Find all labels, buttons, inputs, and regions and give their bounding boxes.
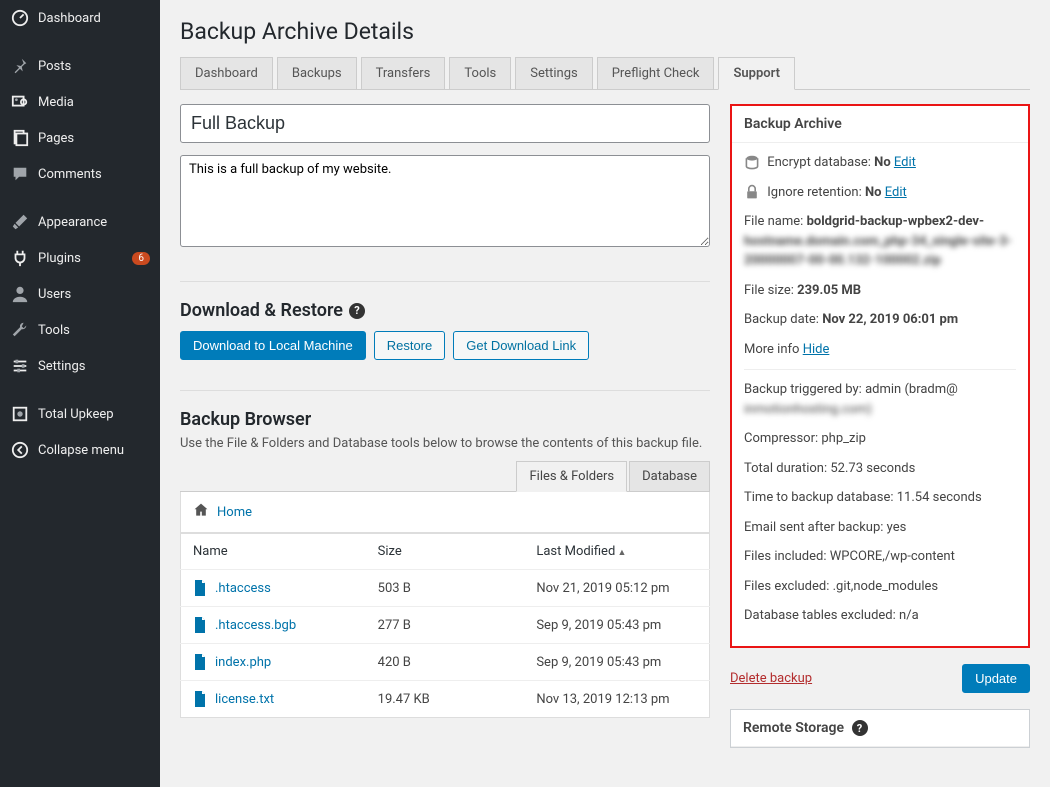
sidebar-item-dashboard[interactable]: Dashboard bbox=[0, 0, 160, 36]
sidebar-item-label: Settings bbox=[38, 359, 150, 374]
file-icon bbox=[193, 617, 207, 633]
lock-icon bbox=[744, 184, 760, 200]
sliders-icon bbox=[10, 356, 30, 376]
dashboard-icon bbox=[10, 8, 30, 28]
file-link[interactable]: .htaccess bbox=[215, 581, 271, 596]
tab-preflight-check[interactable]: Preflight Check bbox=[597, 57, 715, 89]
file-icon bbox=[193, 654, 207, 670]
sidebar-item-tools[interactable]: Tools bbox=[0, 312, 160, 348]
table-row: index.php420 BSep 9, 2019 05:43 pm bbox=[181, 644, 710, 681]
brush-icon bbox=[10, 212, 30, 232]
sidebar-item-posts[interactable]: Posts bbox=[0, 48, 160, 84]
tab-settings[interactable]: Settings bbox=[515, 57, 592, 89]
sidebar-item-label: Users bbox=[38, 287, 150, 302]
breadcrumb-home[interactable]: Home bbox=[217, 505, 252, 520]
file-table: Name Size Last Modified .htaccess503 BNo… bbox=[180, 533, 710, 718]
edit-retention-link[interactable]: Edit bbox=[885, 185, 907, 200]
tab-support[interactable]: Support bbox=[718, 57, 795, 90]
wrench-icon bbox=[10, 320, 30, 340]
col-size[interactable]: Size bbox=[366, 534, 525, 570]
page-title: Backup Archive Details bbox=[180, 18, 1030, 45]
hide-link[interactable]: Hide bbox=[803, 342, 830, 357]
help-icon[interactable]: ? bbox=[852, 720, 868, 736]
sidebar-item-label: Posts bbox=[38, 59, 150, 74]
pin-icon bbox=[10, 56, 30, 76]
sidebar-item-settings[interactable]: Settings bbox=[0, 348, 160, 384]
delete-backup-link[interactable]: Delete backup bbox=[730, 671, 812, 686]
plug-icon bbox=[10, 248, 30, 268]
file-icon bbox=[193, 691, 207, 707]
sidebar-item-pages[interactable]: Pages bbox=[0, 120, 160, 156]
sidebar-item-label: Appearance bbox=[38, 215, 150, 230]
restore-button[interactable]: Restore bbox=[374, 331, 446, 360]
breadcrumb: Home bbox=[180, 492, 710, 533]
main-content: Backup Archive Details DashboardBackupsT… bbox=[160, 0, 1050, 787]
pages-icon bbox=[10, 128, 30, 148]
backup-browser-description: Use the File & Folders and Database tool… bbox=[180, 436, 710, 451]
file-link[interactable]: license.txt bbox=[215, 692, 274, 707]
update-badge: 6 bbox=[132, 252, 150, 265]
download-restore-heading: Download & Restore ? bbox=[180, 300, 710, 321]
sidebar-item-label: Collapse menu bbox=[38, 443, 150, 458]
sidebar-item-comments[interactable]: Comments bbox=[0, 156, 160, 192]
backup-browser-heading: Backup Browser bbox=[180, 409, 710, 430]
tab-backups[interactable]: Backups bbox=[277, 57, 357, 89]
table-row: .htaccess.bgb277 BSep 9, 2019 05:43 pm bbox=[181, 607, 710, 644]
sidebar-item-collapse[interactable]: Collapse menu bbox=[0, 432, 160, 468]
table-row: .htaccess503 BNov 21, 2019 05:12 pm bbox=[181, 570, 710, 607]
update-button[interactable]: Update bbox=[962, 664, 1030, 693]
sidebar-item-users[interactable]: Users bbox=[0, 276, 160, 312]
comment-icon bbox=[10, 164, 30, 184]
sidebar-item-media[interactable]: Media bbox=[0, 84, 160, 120]
backup-title-input[interactable] bbox=[180, 104, 710, 143]
media-icon bbox=[10, 92, 30, 112]
backup-archive-panel: Backup Archive Encrypt database: No Edit… bbox=[730, 104, 1030, 648]
help-icon[interactable]: ? bbox=[349, 303, 365, 319]
page-tabs: DashboardBackupsTransfersToolsSettingsPr… bbox=[180, 57, 1030, 90]
col-name[interactable]: Name bbox=[181, 534, 366, 570]
col-modified[interactable]: Last Modified bbox=[524, 534, 709, 570]
tab-transfers[interactable]: Transfers bbox=[361, 57, 446, 89]
remote-storage-panel: Remote Storage ? bbox=[730, 709, 1030, 749]
panel-title: Backup Archive bbox=[732, 106, 1028, 143]
sidebar-item-label: Tools bbox=[38, 323, 150, 338]
sidebar-item-label: Plugins bbox=[38, 251, 128, 266]
sidebar-item-label: Dashboard bbox=[38, 11, 150, 26]
get-download-link-button[interactable]: Get Download Link bbox=[453, 331, 589, 360]
shield-icon bbox=[10, 404, 30, 424]
edit-encrypt-link[interactable]: Edit bbox=[894, 155, 916, 170]
home-icon bbox=[193, 502, 209, 522]
table-row: license.txt19.47 KBNov 13, 2019 12:13 pm bbox=[181, 681, 710, 718]
browser-tab-database[interactable]: Database bbox=[629, 461, 710, 491]
file-link[interactable]: index.php bbox=[215, 655, 271, 670]
sidebar-item-label: Pages bbox=[38, 131, 150, 146]
database-icon bbox=[744, 155, 760, 171]
file-link[interactable]: .htaccess.bgb bbox=[215, 618, 296, 633]
sidebar-item-label: Comments bbox=[38, 167, 150, 182]
sidebar-item-totalupkeep[interactable]: Total Upkeep bbox=[0, 396, 160, 432]
browser-tab-files-folders[interactable]: Files & Folders bbox=[516, 461, 627, 492]
file-icon bbox=[193, 580, 207, 596]
sidebar-item-label: Media bbox=[38, 95, 150, 110]
collapse-icon bbox=[10, 440, 30, 460]
backup-description-textarea[interactable] bbox=[180, 155, 710, 247]
sidebar-item-label: Total Upkeep bbox=[38, 407, 150, 422]
sidebar-item-appearance[interactable]: Appearance bbox=[0, 204, 160, 240]
download-local-button[interactable]: Download to Local Machine bbox=[180, 331, 366, 360]
user-icon bbox=[10, 284, 30, 304]
browser-tabs: Files & FoldersDatabase bbox=[180, 461, 710, 492]
tab-dashboard[interactable]: Dashboard bbox=[180, 57, 273, 89]
tab-tools[interactable]: Tools bbox=[449, 57, 511, 89]
sidebar-item-plugins[interactable]: Plugins 6 bbox=[0, 240, 160, 276]
admin-sidebar: Dashboard Posts Media Pages Comments Appearan… bbox=[0, 0, 160, 787]
